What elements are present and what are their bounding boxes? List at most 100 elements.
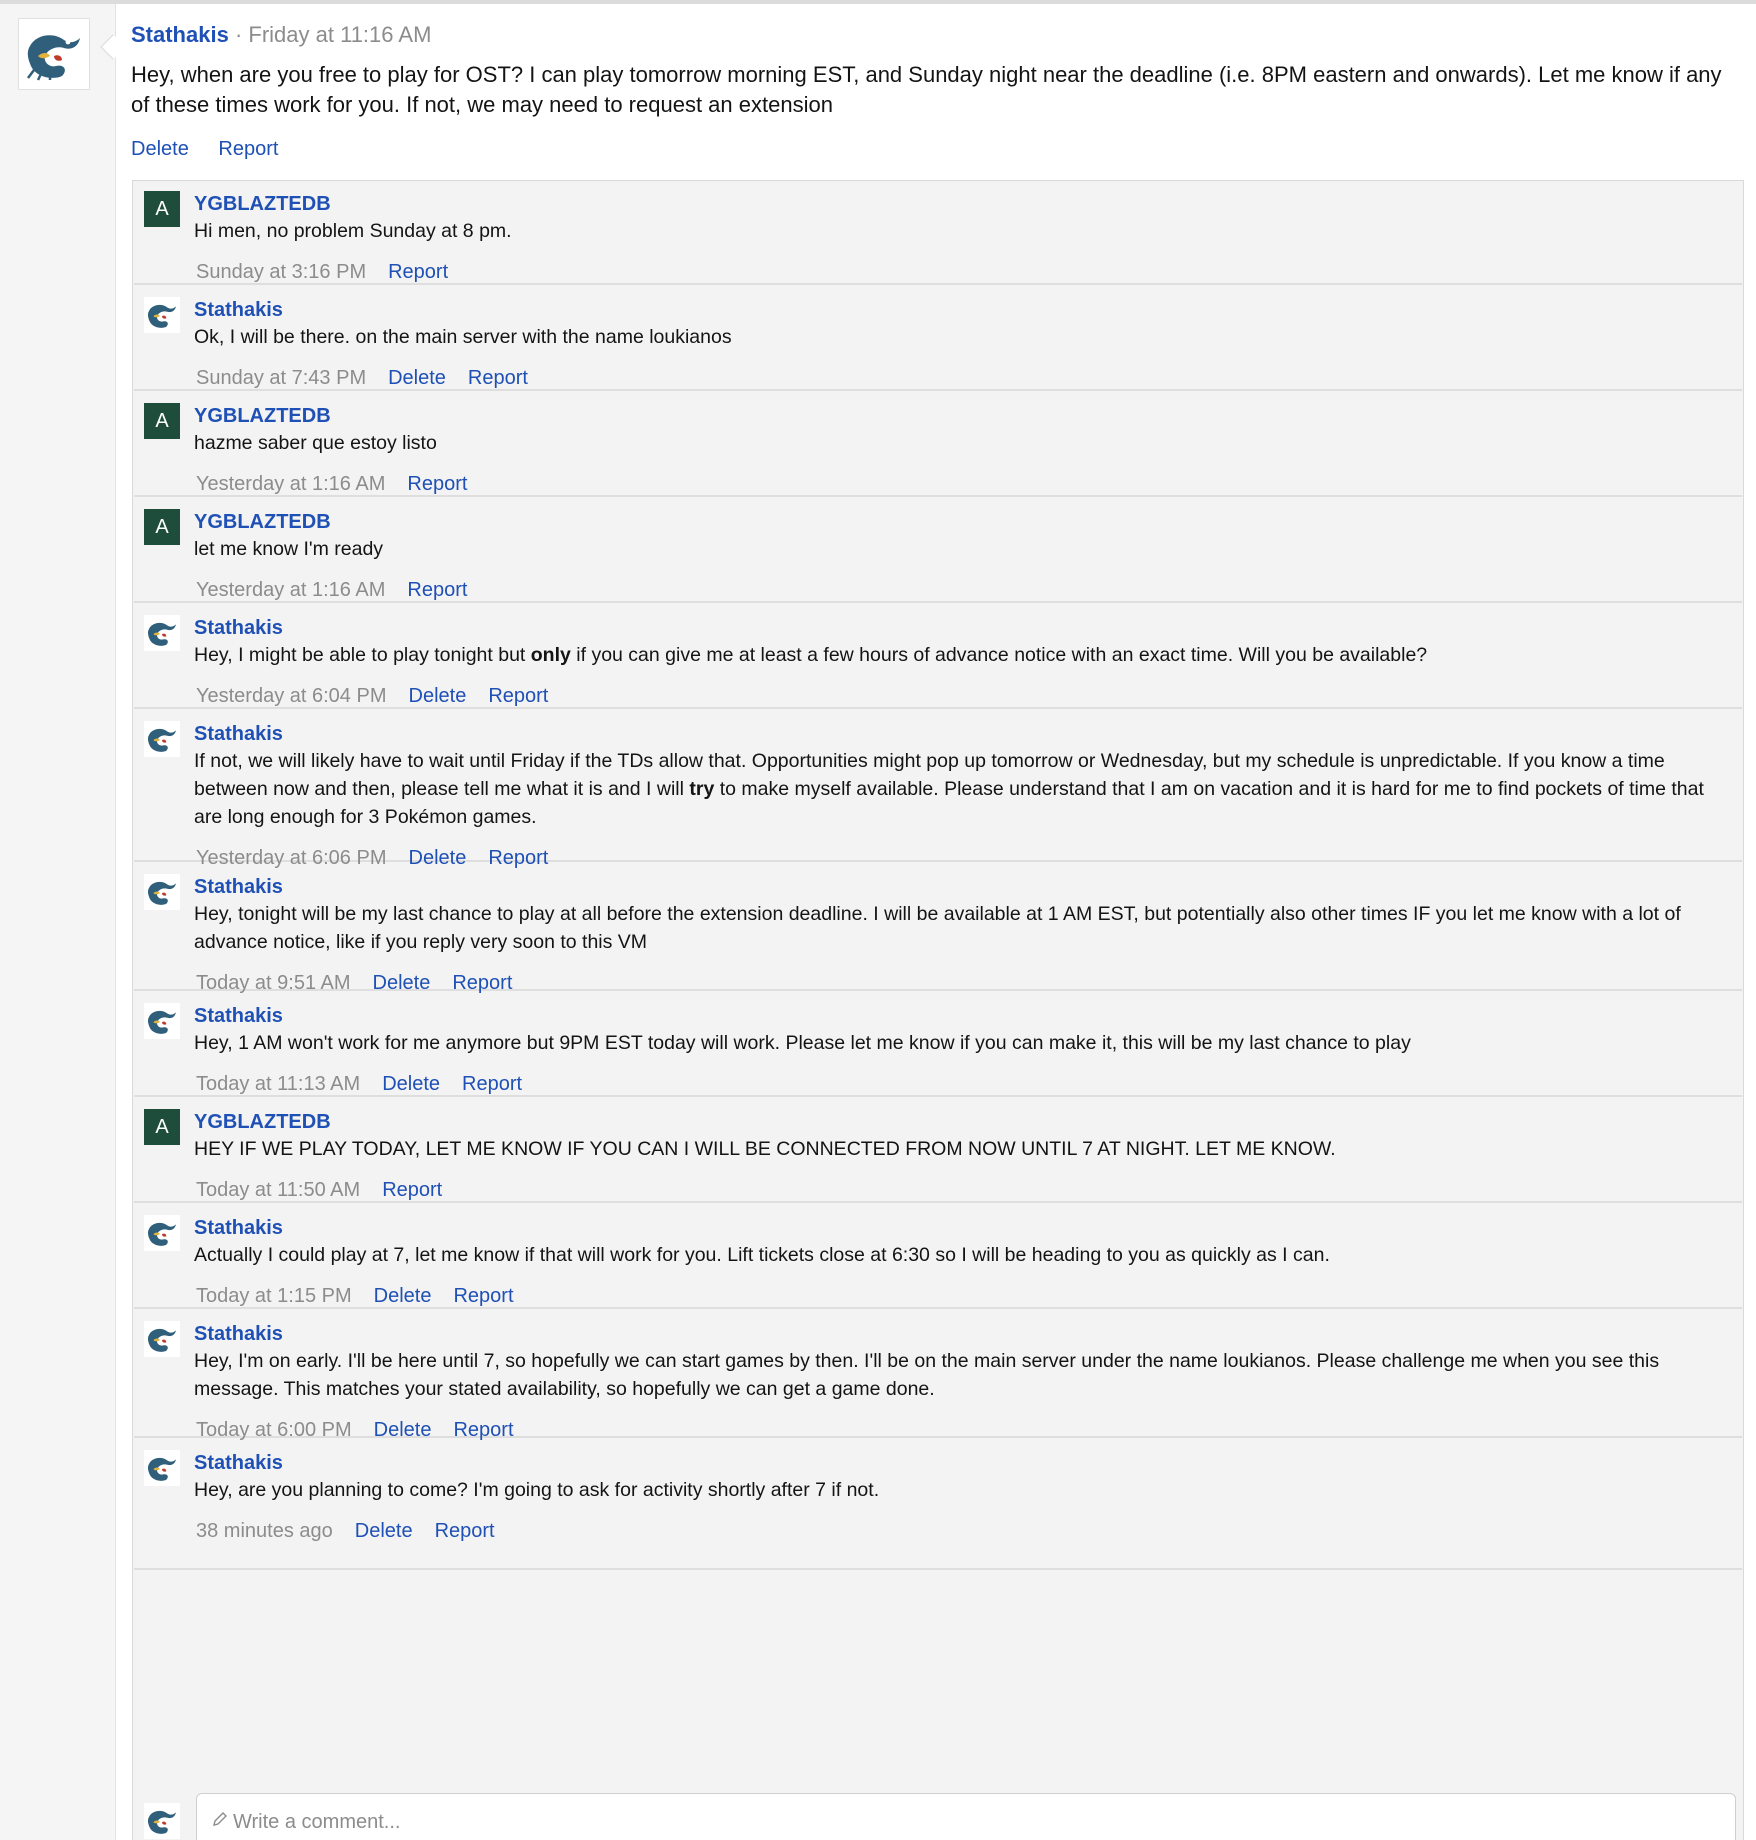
comment-text-segment: hazme saber que estoy listo [194, 432, 437, 454]
comment-body: Stathakis Ok, I will be there. on the mai… [194, 297, 1726, 391]
post-report-link[interactable]: Report [218, 138, 278, 160]
user-avatar[interactable] [144, 615, 180, 651]
comment-delete-link[interactable]: Delete [355, 1520, 413, 1542]
user-avatar[interactable] [144, 1003, 180, 1039]
dragon-avatar-icon [147, 1328, 176, 1352]
user-avatar[interactable]: A [144, 403, 180, 439]
comment-item: Stathakis Actually I could play at 7, let… [134, 1205, 1742, 1309]
comment-report-link[interactable]: Report [407, 473, 467, 495]
comment-meta: Sunday at 3:16 PM Report [194, 259, 1726, 285]
comment-meta: Yesterday at 6:04 PM Delete Report [194, 683, 1726, 709]
comment-text: HEY IF WE PLAY TODAY, LET ME KNOW IF YOU… [194, 1135, 1726, 1163]
dragon-avatar-icon [147, 1457, 176, 1481]
user-avatar[interactable] [144, 1450, 180, 1486]
comment-report-link[interactable]: Report [488, 685, 548, 707]
comment-timestamp: Today at 11:50 AM [196, 1179, 361, 1201]
comment-text-segment: HEY IF WE PLAY TODAY, LET ME KNOW IF YOU… [194, 1138, 1336, 1160]
comment-thread: A YGBLAZTEDB Hi men, no problem Sunday at … [132, 180, 1744, 1840]
comment-author-link[interactable]: Stathakis [194, 721, 1726, 747]
user-avatar[interactable]: A [144, 509, 180, 545]
comment-text: Hey, are you planning to come? I'm going… [194, 1476, 1726, 1504]
comment-body: YGBLAZTEDB let me know I'm ready Yesterday… [194, 509, 1726, 603]
user-avatar[interactable] [144, 297, 180, 333]
comment-text: Hey, I'm on early. I'll be here until 7,… [194, 1347, 1726, 1403]
comment-delete-link[interactable]: Delete [373, 972, 431, 994]
comment-timestamp: Yesterday at 1:16 AM [196, 473, 386, 495]
comment-text: Hey, tonight will be my last chance to p… [194, 900, 1726, 956]
comment-author-link[interactable]: Stathakis [194, 1003, 1726, 1029]
comment-text: Hey, I might be able to play tonight but… [194, 641, 1726, 669]
comment-body: Stathakis Hey, I'm on early. I'll be here… [194, 1321, 1726, 1443]
comment-text: Hi men, no problem Sunday at 8 pm. [194, 217, 1726, 245]
user-avatar[interactable] [144, 1321, 180, 1357]
comment-item: Stathakis Hey, I might be able to play to… [134, 605, 1742, 709]
comment-author-link[interactable]: Stathakis [194, 297, 1726, 323]
comment-body: YGBLAZTEDB hazme saber que estoy listo Yes… [194, 403, 1726, 497]
comment-text-segment: Hey, 1 AM won't work for me anymore but … [194, 1032, 1411, 1054]
comment-author-link[interactable]: YGBLAZTEDB [194, 1109, 1726, 1135]
comment-body: Stathakis Hey, tonight will be my last ch… [194, 874, 1726, 996]
comment-text-segment: Hi men, no problem Sunday at 8 pm. [194, 220, 512, 242]
comment-report-link[interactable]: Report [435, 1520, 495, 1542]
comment-timestamp: Sunday at 7:43 PM [196, 367, 367, 389]
comment-report-link[interactable]: Report [452, 972, 512, 994]
comment-meta: Today at 1:15 PM Delete Report [194, 1283, 1726, 1309]
reply-row: Write a comment... [134, 1783, 1742, 1840]
comment-meta: Sunday at 7:43 PM Delete Report [194, 365, 1726, 391]
left-gutter [0, 4, 116, 1840]
comment-item: A YGBLAZTEDB Hi men, no problem Sunday at … [134, 181, 1742, 285]
post-actions: Delete Report [131, 138, 1741, 161]
comment-timestamp: 38 minutes ago [196, 1520, 333, 1542]
comment-delete-link[interactable]: Delete [388, 367, 446, 389]
user-avatar[interactable]: A [144, 1109, 180, 1145]
dragon-avatar-icon [147, 1810, 176, 1834]
comment-item: Stathakis Hey, are you planning to come? … [134, 1440, 1742, 1570]
dragon-avatar-icon [147, 1222, 176, 1246]
post-timestamp: Friday at 11:16 AM [248, 22, 432, 47]
comment-delete-link[interactable]: Delete [382, 1073, 440, 1095]
user-avatar[interactable]: A [144, 191, 180, 227]
comment-author-link[interactable]: Stathakis [194, 1450, 1726, 1476]
comment-delete-link[interactable]: Delete [374, 1285, 432, 1307]
comment-report-link[interactable]: Report [462, 1073, 522, 1095]
comment-meta: 38 minutes ago Delete Report [194, 1518, 1726, 1544]
comment-body: Stathakis Hey, I might be able to play to… [194, 615, 1726, 709]
comment-timestamp: Sunday at 3:16 PM [196, 261, 367, 283]
comment-author-link[interactable]: Stathakis [194, 874, 1726, 900]
comment-report-link[interactable]: Report [407, 579, 467, 601]
poster-avatar[interactable] [18, 18, 90, 90]
comment-author-link[interactable]: YGBLAZTEDB [194, 191, 1726, 217]
post-author-link[interactable]: Stathakis [131, 22, 229, 47]
user-avatar[interactable] [144, 874, 180, 910]
comment-text-segment: Hey, tonight will be my last chance to p… [194, 903, 1681, 953]
comment-text-segment: Ok, I will be there. on the main server … [194, 326, 732, 348]
user-avatar[interactable] [144, 721, 180, 757]
comment-report-link[interactable]: Report [453, 1419, 513, 1441]
comment-author-link[interactable]: Stathakis [194, 1215, 1726, 1241]
reply-avatar[interactable] [144, 1803, 180, 1839]
comment-delete-link[interactable]: Delete [374, 1419, 432, 1441]
comment-author-link[interactable]: YGBLAZTEDB [194, 403, 1726, 429]
comment-timestamp: Today at 11:13 AM [196, 1073, 361, 1095]
post-delete-link[interactable]: Delete [131, 138, 189, 160]
comment-author-link[interactable]: Stathakis [194, 615, 1726, 641]
comment-report-link[interactable]: Report [388, 261, 448, 283]
comment-report-link[interactable]: Report [468, 367, 528, 389]
comment-text-segment: Hey, are you planning to come? I'm going… [194, 1479, 880, 1501]
comment-author-link[interactable]: YGBLAZTEDB [194, 509, 1726, 535]
comment-body: YGBLAZTEDB HEY IF WE PLAY TODAY, LET ME K… [194, 1109, 1726, 1203]
comment-meta: Today at 11:13 AM Delete Report [194, 1071, 1726, 1097]
comment-report-link[interactable]: Report [453, 1285, 513, 1307]
comment-input[interactable]: Write a comment... [196, 1793, 1736, 1840]
dragon-avatar-icon [27, 35, 80, 81]
comment-meta: Yesterday at 1:16 AM Report [194, 577, 1726, 603]
comment-report-link[interactable]: Report [382, 1179, 442, 1201]
comment-body: Stathakis Actually I could play at 7, let… [194, 1215, 1726, 1309]
user-avatar[interactable] [144, 1215, 180, 1251]
dragon-avatar-icon [147, 622, 176, 646]
comment-text: Actually I could play at 7, let me know … [194, 1241, 1726, 1269]
comment-author-link[interactable]: Stathakis [194, 1321, 1726, 1347]
top-border [0, 0, 1756, 4]
comment-item: Stathakis If not, we will likely have to … [134, 711, 1742, 869]
comment-delete-link[interactable]: Delete [409, 685, 467, 707]
